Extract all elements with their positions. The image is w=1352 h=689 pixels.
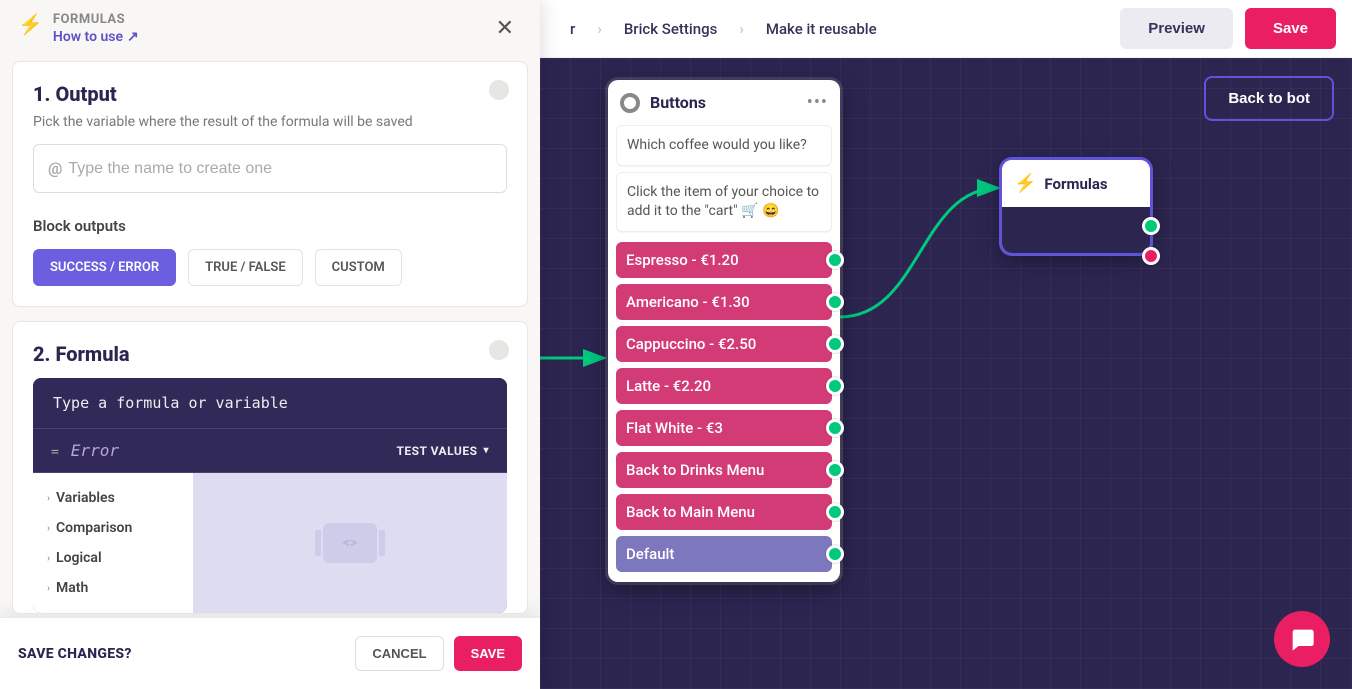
back-to-bot-button[interactable]: Back to bot xyxy=(1204,76,1334,121)
option-port[interactable] xyxy=(826,335,844,353)
radio-icon xyxy=(620,93,640,113)
panel-title: FORMULAS xyxy=(53,12,139,27)
formula-category[interactable]: ›Logical xyxy=(39,543,187,573)
block-output-segment[interactable]: CUSTOM xyxy=(315,249,402,286)
save-changes-question: SAVE CHANGES? xyxy=(18,646,132,662)
output-variable-field[interactable]: @ xyxy=(33,144,507,193)
option-port[interactable] xyxy=(826,545,844,563)
option-port[interactable] xyxy=(826,293,844,311)
formula-helper-body: ›Variables›Comparison›Logical›Math <> xyxy=(33,473,507,613)
option-button[interactable]: Cappuccino - €2.50 xyxy=(616,326,832,362)
message-block[interactable]: Click the item of your choice to add it … xyxy=(616,172,832,232)
option-port[interactable] xyxy=(826,503,844,521)
formula-category[interactable]: ›Variables xyxy=(39,483,187,513)
breadcrumb-item[interactable]: Brick Settings xyxy=(624,20,717,38)
block-output-segment[interactable]: SUCCESS / ERROR xyxy=(33,249,176,286)
buttons-card-header: Buttons ••• xyxy=(608,80,840,125)
formulas-node[interactable]: ⚡ Formulas xyxy=(1002,160,1150,253)
bolt-icon: ⚡ xyxy=(1014,173,1036,194)
equals-icon: = xyxy=(51,445,59,460)
card-menu-icon[interactable]: ••• xyxy=(807,92,828,113)
output-section: 1. Output Pick the variable where the re… xyxy=(12,61,528,307)
option-button[interactable]: Back to Drinks Menu xyxy=(616,452,832,488)
formula-result-row: = Error TEST VALUES ▾ xyxy=(33,429,507,473)
chevron-right-icon: › xyxy=(47,493,50,504)
cancel-button[interactable]: CANCEL xyxy=(355,636,443,671)
how-to-use-link[interactable]: How to use ↗ xyxy=(53,29,139,45)
external-link-icon: ↗ xyxy=(127,29,139,45)
output-port-error[interactable] xyxy=(1142,247,1160,265)
panel-header: ⚡ FORMULAS How to use ↗ ✕ xyxy=(0,0,540,49)
formulas-node-body xyxy=(1002,207,1150,253)
option-button[interactable]: Americano - €1.30 xyxy=(616,284,832,320)
formula-section: 2. Formula Type a formula or variable = … xyxy=(12,321,528,614)
buttons-card-title: Buttons xyxy=(650,93,797,112)
panel-save-button[interactable]: SAVE xyxy=(454,636,522,671)
section-status-icon xyxy=(489,340,509,360)
option-port[interactable] xyxy=(826,461,844,479)
formula-result: Error xyxy=(71,441,119,460)
option-port[interactable] xyxy=(826,419,844,437)
section-status-icon xyxy=(489,80,509,100)
option-port[interactable] xyxy=(826,377,844,395)
formula-heading: 2. Formula xyxy=(33,342,507,366)
chevron-down-icon: ▾ xyxy=(483,445,489,456)
breadcrumb-item[interactable]: Make it reusable xyxy=(766,20,877,38)
output-variable-input[interactable] xyxy=(68,160,492,178)
buttons-card[interactable]: Buttons ••• Which coffee would you like?… xyxy=(608,80,840,582)
laptop-code-icon: <> xyxy=(323,523,377,563)
output-subtitle: Pick the variable where the result of th… xyxy=(33,114,507,130)
formula-editor: Type a formula or variable = Error TEST … xyxy=(33,378,507,613)
option-port[interactable] xyxy=(826,251,844,269)
formulas-side-panel: ⚡ FORMULAS How to use ↗ ✕ 1. Output Pick… xyxy=(0,0,540,689)
option-button[interactable]: Latte - €2.20 xyxy=(616,368,832,404)
formula-category[interactable]: ›Math xyxy=(39,573,187,603)
test-values-toggle[interactable]: TEST VALUES ▾ xyxy=(396,444,489,458)
formula-preview-pane: <> xyxy=(193,473,507,613)
block-output-segment[interactable]: TRUE / FALSE xyxy=(188,249,303,286)
output-port-success[interactable] xyxy=(1142,217,1160,235)
close-panel-button[interactable]: ✕ xyxy=(488,12,522,45)
at-icon: @ xyxy=(48,159,62,178)
formulas-node-title: Formulas xyxy=(1044,175,1107,193)
block-outputs-label: Block outputs xyxy=(33,217,507,235)
chevron-right-icon: › xyxy=(47,523,50,534)
chevron-right-icon: › xyxy=(47,553,50,564)
message-block[interactable]: Which coffee would you like? xyxy=(616,125,832,166)
formula-category[interactable]: ›Comparison xyxy=(39,513,187,543)
save-changes-bar: SAVE CHANGES? CANCEL SAVE xyxy=(0,617,540,689)
formulas-node-header: ⚡ Formulas xyxy=(1002,160,1150,207)
panel-body: 1. Output Pick the variable where the re… xyxy=(0,49,540,617)
top-actions: Preview Save xyxy=(1120,8,1352,49)
breadcrumb-separator: › xyxy=(739,20,744,38)
buttons-card-body: Which coffee would you like? Click the i… xyxy=(608,125,840,582)
formula-categories: ›Variables›Comparison›Logical›Math xyxy=(33,473,193,613)
formula-input[interactable]: Type a formula or variable xyxy=(33,378,507,429)
option-button[interactable]: Default xyxy=(616,536,832,572)
breadcrumb-separator: › xyxy=(597,20,602,38)
preview-button[interactable]: Preview xyxy=(1120,8,1233,49)
breadcrumb-item[interactable]: r xyxy=(570,20,575,38)
chevron-right-icon: › xyxy=(47,583,50,594)
option-button[interactable]: Espresso - €1.20 xyxy=(616,242,832,278)
bolt-icon: ⚡ xyxy=(18,12,43,36)
block-outputs-segments: SUCCESS / ERROR TRUE / FALSE CUSTOM xyxy=(33,249,507,286)
chat-fab[interactable] xyxy=(1274,611,1330,667)
option-button[interactable]: Flat White - €3 xyxy=(616,410,832,446)
option-button[interactable]: Back to Main Menu xyxy=(616,494,832,530)
chat-icon xyxy=(1288,625,1316,653)
save-button[interactable]: Save xyxy=(1245,8,1336,49)
output-heading: 1. Output xyxy=(33,82,507,106)
